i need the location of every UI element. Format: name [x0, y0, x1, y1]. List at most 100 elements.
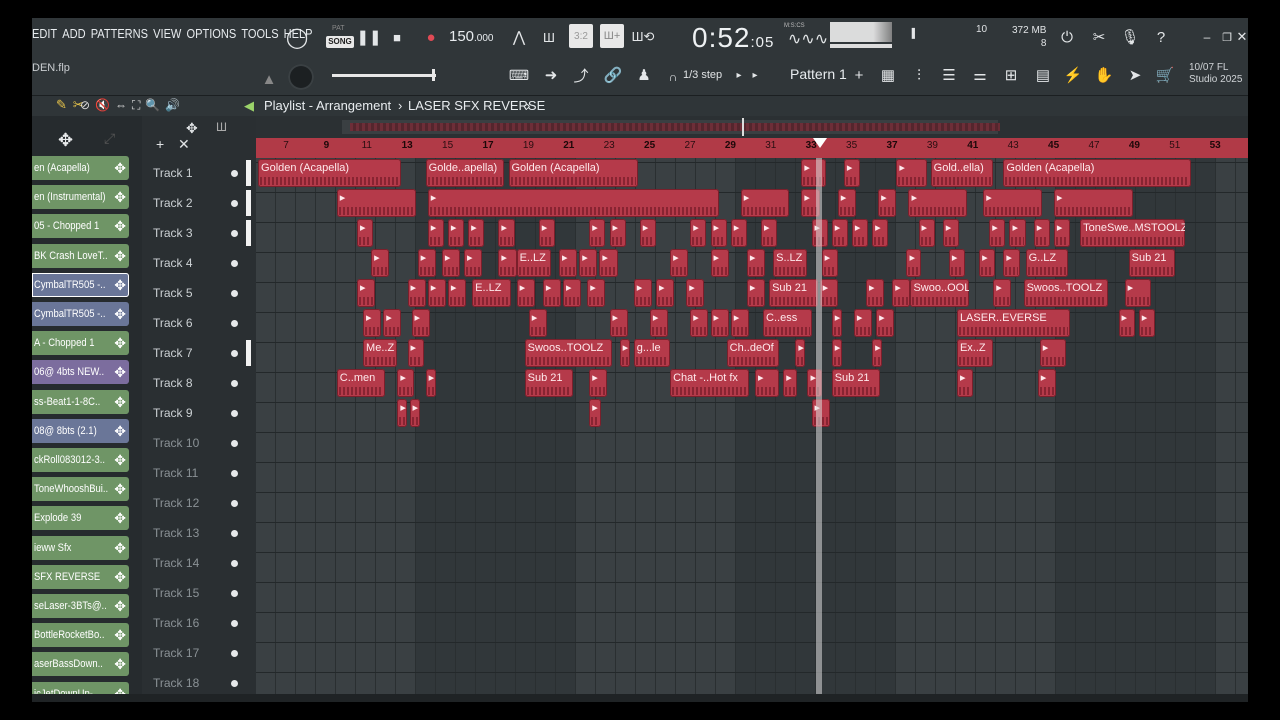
playlist-clip[interactable]: Sub 21 — [1128, 249, 1176, 277]
playlist-clip[interactable]: E..LZ — [516, 249, 551, 277]
playlist-clip[interactable]: ▸ — [579, 249, 598, 277]
playlist-clip[interactable]: ▸ — [710, 309, 729, 337]
playlist-clip[interactable]: ▸ — [357, 279, 376, 307]
picker-item[interactable]: 08@ 8bts (2.1) ✥ — [32, 418, 129, 443]
playlist-clip[interactable]: ▸ — [498, 219, 515, 247]
playlist-clip[interactable]: ▸ — [1053, 219, 1071, 247]
link-icon[interactable]: 🔗 — [602, 64, 624, 86]
cart-icon[interactable]: 🛒 — [1154, 64, 1176, 86]
playlist-clip[interactable]: ▸ — [411, 309, 430, 337]
playlist-clip[interactable]: Swoos..TOOLZ — [524, 339, 612, 367]
picker-item[interactable]: aserBassDown.. ✥ — [32, 652, 129, 677]
drag-handle-icon[interactable]: ✥ — [114, 156, 126, 180]
picker-item[interactable]: SFX REVERSE ✥ — [32, 564, 129, 589]
playlist-clip[interactable]: Swoo..OOLZ — [910, 279, 970, 307]
playlist-clip[interactable]: ▸ — [587, 279, 606, 307]
horizontal-scrollbar[interactable] — [32, 694, 1248, 702]
track-mute-led[interactable] — [231, 440, 238, 447]
playlist-clip[interactable]: ▸ — [1037, 369, 1056, 397]
playlist-clip[interactable]: ▸ — [357, 219, 374, 247]
playlist-clip[interactable]: ▸ — [1138, 309, 1155, 337]
restore-icon[interactable]: ❐ — [1216, 26, 1238, 48]
mixer-icon[interactable]: ⚌ — [969, 64, 991, 86]
playlist-clip[interactable]: Gold..ella) — [930, 159, 994, 187]
countdown-icon[interactable]: 3:2 — [569, 24, 593, 48]
playlist-clip[interactable]: ▸ — [853, 309, 873, 337]
picker-item[interactable]: Explode 39 ✥ — [32, 506, 129, 531]
playlist-clip[interactable]: Sub 21 — [524, 369, 574, 397]
main-volume-icon[interactable]: ▲ — [258, 68, 280, 90]
track-mute-led[interactable] — [231, 680, 238, 687]
playlist-clip[interactable]: ▸ — [468, 219, 485, 247]
keyboard-icon[interactable]: ⌨ — [508, 64, 530, 86]
bar-ruler[interactable]: 7 9 11 13 15 17 19 21 23 25 27 29 31 33 35 37 39 41 43 45 47… — [256, 138, 1248, 158]
picker-item[interactable]: en (Acapella) ✥ — [32, 156, 129, 180]
playlist-clip[interactable]: ▸ — [441, 249, 461, 277]
playlist-clip[interactable]: ▸ — [655, 279, 675, 307]
drag-handle-icon[interactable]: ✥ — [114, 390, 126, 414]
track-mute-led[interactable] — [231, 260, 238, 267]
delete-track-icon[interactable]: ✕ — [178, 136, 190, 153]
picker-item[interactable]: ss-Beat1-1-8C.. ✥ — [32, 389, 129, 414]
playlist-clip[interactable]: ▸ — [407, 279, 426, 307]
track-header[interactable]: Track 4 — [142, 248, 246, 278]
playlist-clip[interactable]: ▸ — [599, 249, 618, 277]
playlist-clip[interactable]: ▸ — [837, 189, 856, 217]
song-time-display[interactable]: 0:52:05 — [692, 22, 774, 54]
picker-item[interactable]: BottleRocketBo.. ✥ — [32, 623, 129, 648]
playlist-clip[interactable]: ▸ — [1118, 309, 1135, 337]
playlist-clip[interactable]: ▸ — [819, 279, 838, 307]
arrow-right-icon[interactable]: ➜ — [540, 64, 562, 86]
picker-item[interactable]: CymbalTR505 -.. ✥ — [32, 272, 129, 297]
playlist-icon[interactable]: ▦ — [877, 64, 899, 86]
playlist-clip[interactable]: ▸ — [843, 159, 860, 187]
playlist-clip[interactable]: ▸ — [670, 249, 689, 277]
playlist-clip[interactable]: ▸ — [563, 279, 582, 307]
playlist-clip[interactable]: ▸ — [589, 369, 608, 397]
menu-edit[interactable]: EDIT — [32, 26, 57, 41]
playlist-clip[interactable]: ▸ — [1053, 189, 1133, 217]
playlist-clip[interactable]: ▸ — [336, 189, 416, 217]
move-all-icon[interactable]: ✥ — [186, 120, 198, 137]
playlist-clip[interactable]: C..ess — [763, 309, 812, 337]
metronome-icon[interactable]: ⋀ — [508, 26, 530, 48]
wait-input-icon[interactable]: Ш — [538, 26, 560, 48]
mute-all-icon[interactable]: Ш — [216, 120, 227, 134]
playlist-clip[interactable]: LASER..EVERSE — [956, 309, 1071, 337]
project-icon[interactable]: ▤ — [1032, 64, 1054, 86]
track-header[interactable]: Track 16 — [142, 608, 246, 638]
playlist-clip[interactable]: ▸ — [872, 219, 889, 247]
playlist-clip[interactable]: ▸ — [795, 339, 806, 367]
playlist-clip[interactable]: Sub 21 — [831, 369, 881, 397]
track-mute-led[interactable] — [231, 530, 238, 537]
playlist-clip[interactable]: ▸ — [1009, 219, 1026, 247]
tools-icon[interactable]: ✂ — [1088, 26, 1110, 48]
playlist-clip[interactable]: ▸ — [363, 309, 382, 337]
main-pitch-knob[interactable] — [288, 64, 314, 90]
playlist-clip[interactable]: ▸ — [754, 369, 780, 397]
drag-handle-icon[interactable]: ✥ — [114, 594, 126, 618]
playlist-clip[interactable]: ▸ — [516, 279, 535, 307]
record-mode-icon[interactable]: ◯ — [286, 26, 308, 49]
track-header[interactable]: Track 9 — [142, 398, 246, 428]
playlist-clip[interactable]: ▸ — [619, 339, 630, 367]
drag-handle-icon[interactable]: ✥ — [114, 360, 126, 384]
track-mute-led[interactable] — [231, 650, 238, 657]
playhead[interactable] — [816, 158, 822, 702]
track-mute-led[interactable] — [231, 470, 238, 477]
record-icon[interactable]: ● — [420, 26, 442, 48]
track-header[interactable]: Track 14 — [142, 548, 246, 578]
playlist-clip[interactable]: ▸ — [831, 219, 848, 247]
playlist-clip[interactable]: ▸ — [447, 279, 467, 307]
track-header[interactable]: Track 8 — [142, 368, 246, 398]
move-tool-icon[interactable]: ✥ — [58, 130, 73, 151]
playlist-clip[interactable]: ▸ — [686, 279, 705, 307]
playlist-clip[interactable]: ▸ — [746, 249, 766, 277]
picker-item[interactable]: en (Instrumental) ✥ — [32, 185, 129, 210]
playlist-clip[interactable]: Chat -..Hot fx — [670, 369, 749, 397]
track-mute-led[interactable] — [231, 410, 238, 417]
picker-item[interactable]: ieww Sfx ✥ — [32, 535, 129, 560]
track-header[interactable]: Track 2 — [142, 188, 251, 218]
playlist-clip[interactable]: ▸ — [427, 279, 446, 307]
picker-item[interactable]: ckRoll083012-3.. ✥ — [32, 448, 129, 472]
